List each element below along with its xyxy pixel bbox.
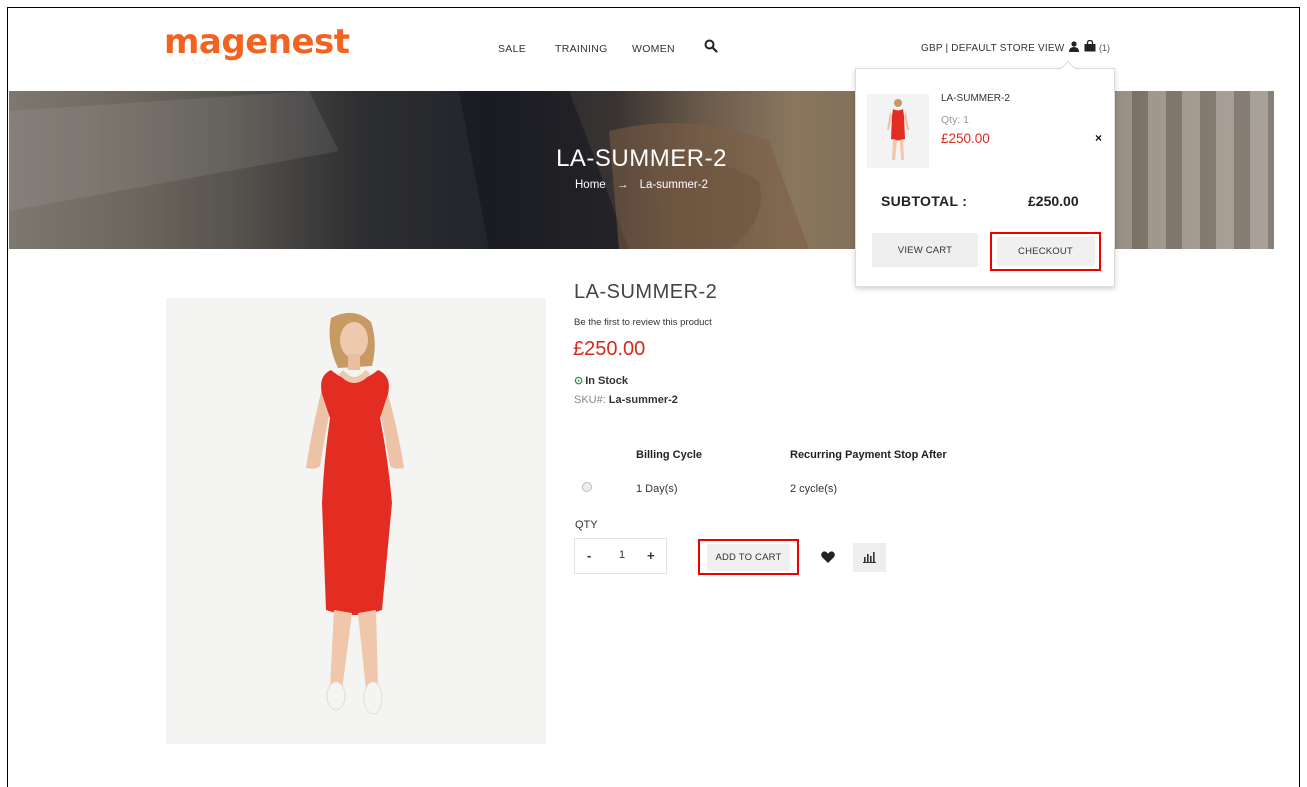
qty-decrease-button[interactable]: - — [587, 548, 591, 563]
nav-item-training[interactable]: TRAINING — [555, 43, 608, 55]
heart-icon — [821, 551, 835, 563]
product-image[interactable] — [166, 298, 546, 744]
add-to-cart-button[interactable]: ADD TO CART — [698, 539, 799, 575]
minicart-dropdown: LA-SUMMER-2 Qty: 1 £250.00 × SUBTOTAL : … — [855, 60, 1115, 287]
logo-text-mage: mage — [164, 22, 268, 62]
logo-text-nest: nest — [267, 22, 350, 62]
user-icon[interactable] — [1069, 41, 1079, 52]
search-icon[interactable] — [704, 39, 718, 53]
magenest-logo[interactable]: magenest — [164, 22, 350, 62]
product-title: LA-SUMMER-2 — [574, 281, 718, 303]
breadcrumb-home[interactable]: Home — [575, 179, 606, 191]
store-switcher[interactable]: GBP | DEFAULT STORE VIEW — [921, 43, 1064, 54]
qty-input[interactable]: 1 — [619, 549, 625, 561]
nav-item-sale[interactable]: SALE — [498, 43, 526, 55]
quantity-stepper: - 1 + — [574, 538, 667, 574]
cart-count[interactable]: (1) — [1099, 43, 1110, 53]
subtotal-label: SUBTOTAL : — [881, 193, 968, 209]
nav-item-women[interactable]: WOMEN — [632, 43, 675, 55]
bar-chart-icon — [863, 552, 876, 563]
minicart-item-thumbnail[interactable] — [867, 94, 929, 168]
wishlist-button[interactable] — [815, 543, 841, 571]
view-cart-button[interactable]: VIEW CART — [872, 233, 978, 267]
breadcrumb-current: La-summer-2 — [639, 179, 708, 191]
add-to-cart-label: ADD TO CART — [707, 543, 790, 571]
billing-option-radio[interactable] — [582, 482, 592, 492]
stock-status: ⊙ In Stock — [574, 374, 628, 387]
checkout-label: CHECKOUT — [996, 237, 1095, 266]
sku-label: SKU#: — [574, 394, 606, 406]
billing-cycle-header: Billing Cycle — [636, 449, 703, 461]
minicart-item-price: £250.00 — [941, 131, 990, 146]
recurring-stop-value: 2 cycle(s) — [790, 483, 838, 495]
minicart-item-qty: Qty: 1 — [941, 114, 970, 126]
compare-button[interactable] — [853, 543, 886, 572]
sku-value: La-summer-2 — [608, 394, 678, 406]
minicart-item-name[interactable]: LA-SUMMER-2 — [941, 93, 1010, 104]
check-circle-icon: ⊙ — [574, 375, 584, 387]
product-price: £250.00 — [573, 338, 646, 360]
billing-cycle-value: 1 Day(s) — [636, 483, 678, 495]
cart-icon[interactable] — [1084, 40, 1096, 52]
stock-text: In Stock — [585, 375, 629, 387]
breadcrumb-arrow-icon: → — [616, 179, 629, 191]
qty-label: QTY — [575, 519, 598, 531]
sku: SKU#: La-summer-2 — [574, 394, 678, 406]
close-icon[interactable]: × — [1095, 131, 1102, 145]
recurring-payment-header: Recurring Payment Stop After — [790, 449, 947, 461]
subtotal-value: £250.00 — [1028, 193, 1079, 209]
qty-increase-button[interactable]: + — [647, 548, 655, 563]
checkout-button[interactable]: CHECKOUT — [990, 232, 1101, 271]
review-link[interactable]: Be the first to review this product — [574, 317, 712, 328]
